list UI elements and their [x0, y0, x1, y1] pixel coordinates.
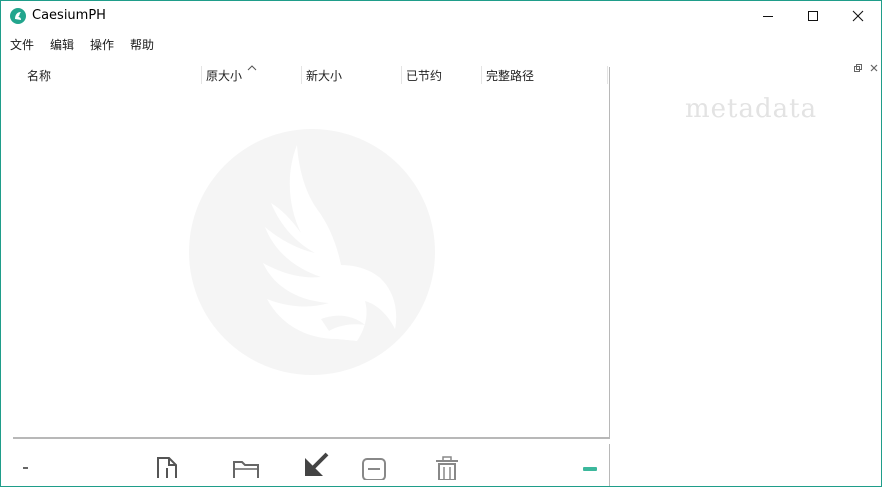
menu-edit[interactable]: 编辑 — [50, 36, 74, 53]
app-window: CaesiumPH 文件 编辑 操作 帮助 名称 原大小 新大小 已节约 完整路… — [0, 0, 882, 487]
close-icon — [852, 10, 864, 22]
column-divider[interactable] — [481, 66, 482, 84]
sort-ascending-icon — [247, 65, 257, 71]
column-header-original-size[interactable]: 原大小 — [206, 67, 242, 85]
minimize-button[interactable] — [745, 1, 791, 31]
column-header-saved[interactable]: 已节约 — [406, 67, 442, 85]
column-divider[interactable] — [401, 66, 402, 84]
table-header: 名称 原大小 新大小 已节约 完整路径 — [13, 63, 609, 87]
remove-icon[interactable] — [361, 456, 387, 480]
maximize-icon — [808, 11, 818, 21]
column-header-full-path[interactable]: 完整路径 — [486, 67, 534, 85]
float-icon[interactable] — [853, 63, 863, 73]
app-logo-icon — [10, 8, 26, 24]
column-divider[interactable] — [607, 66, 608, 84]
menu-file[interactable]: 文件 — [10, 36, 34, 53]
compress-icon[interactable] — [301, 452, 329, 480]
menu-help[interactable]: 帮助 — [130, 36, 154, 53]
add-folder-icon[interactable] — [232, 456, 260, 480]
caesium-watermark-icon — [189, 129, 435, 375]
minimize-icon — [763, 16, 773, 17]
metadata-dock-controls — [853, 63, 879, 75]
trash-icon[interactable] — [434, 456, 460, 480]
close-button[interactable] — [835, 1, 881, 31]
add-file-icon[interactable] — [155, 456, 179, 480]
title-bar: CaesiumPH — [1, 1, 881, 31]
column-divider[interactable] — [201, 66, 202, 84]
column-header-new-size[interactable]: 新大小 — [306, 67, 342, 85]
list-bottom-border — [13, 437, 609, 439]
scroll-indicator — [23, 467, 28, 469]
panel-splitter[interactable] — [609, 67, 610, 439]
panel-splitter-lower — [609, 444, 610, 486]
column-divider[interactable] — [301, 66, 302, 84]
metadata-panel-label: metadata — [685, 94, 818, 124]
menu-bar: 文件 编辑 操作 帮助 — [1, 33, 881, 55]
window-title: CaesiumPH — [32, 8, 106, 23]
maximize-button[interactable] — [790, 1, 836, 31]
status-indicator — [583, 467, 597, 471]
menu-action[interactable]: 操作 — [90, 36, 114, 53]
column-header-name[interactable]: 名称 — [27, 67, 51, 85]
close-icon[interactable] — [869, 63, 879, 73]
